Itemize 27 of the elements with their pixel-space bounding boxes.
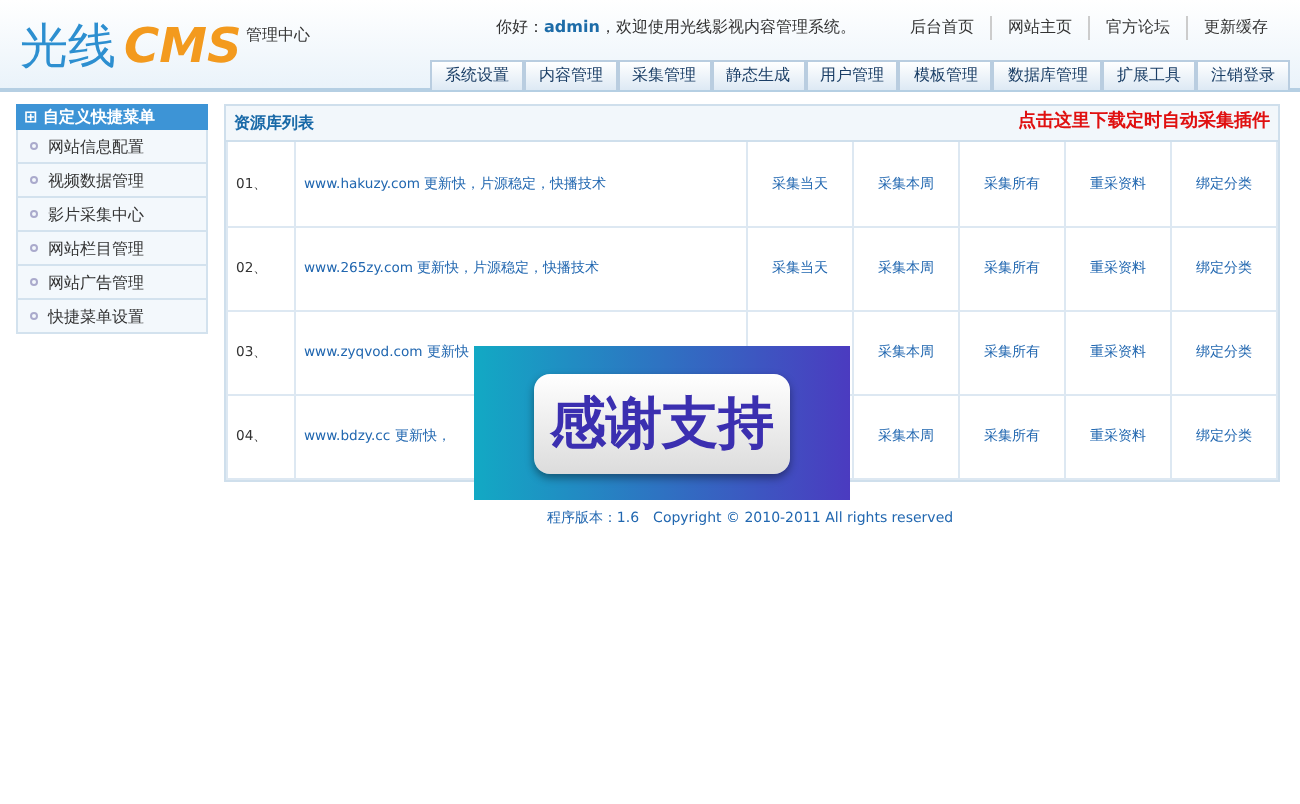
- nav-tab[interactable]: 扩展工具: [1102, 60, 1197, 90]
- download-plugin-link[interactable]: 点击这里下载定时自动采集插件: [1018, 109, 1270, 137]
- nav-tab[interactable]: 内容管理: [523, 60, 618, 90]
- top-link[interactable]: 更新缓存: [1186, 16, 1284, 40]
- nav-tab[interactable]: 采集管理: [617, 60, 712, 90]
- logo-subtitle: 管理中心: [245, 24, 310, 48]
- panel-title: 资源库列表: [234, 111, 314, 135]
- sidebar-header: ⊞ 自定义快捷菜单: [16, 104, 208, 130]
- nav-tab[interactable]: 用户管理: [805, 60, 899, 90]
- sidebar-item[interactable]: 视频数据管理: [16, 164, 208, 198]
- nav-tab[interactable]: 静态生成: [711, 60, 806, 90]
- sidebar-item[interactable]: 网站广告管理: [16, 266, 208, 300]
- nav-tab[interactable]: 数据库管理: [992, 60, 1103, 90]
- nav-tab[interactable]: 注销登录: [1196, 60, 1291, 90]
- thanks-popup-dialog: 感谢支持: [474, 346, 850, 500]
- greeting-text: 你好：admin，欢迎使用光线影视内容管理系统。: [496, 16, 856, 40]
- nav-tab[interactable]: 系统设置: [430, 60, 524, 90]
- top-link[interactable]: 网站主页: [990, 16, 1088, 40]
- nav-tab[interactable]: 模板管理: [898, 60, 993, 90]
- logo-brand: CMS: [124, 16, 242, 76]
- sidebar-item[interactable]: 快捷菜单设置: [16, 300, 208, 334]
- sidebar-item[interactable]: 网站信息配置: [16, 130, 208, 164]
- top-link[interactable]: 官方论坛: [1088, 16, 1186, 40]
- sidebar-item[interactable]: 网站栏目管理: [16, 232, 208, 266]
- logo-title: 光线: [20, 16, 116, 76]
- sidebar-item[interactable]: 影片采集中心: [16, 198, 208, 232]
- top-link[interactable]: 后台首页: [894, 16, 990, 40]
